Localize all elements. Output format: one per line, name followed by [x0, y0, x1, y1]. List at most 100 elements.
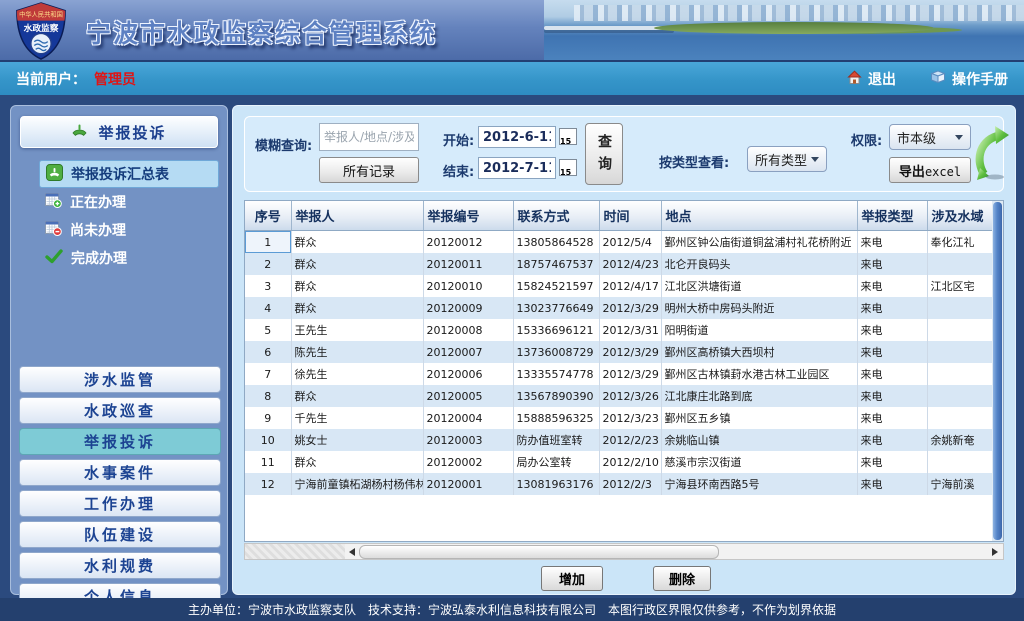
- table-cell[interactable]: 王先生: [291, 319, 423, 341]
- table-cell[interactable]: 群众: [291, 385, 423, 407]
- table-cell[interactable]: 来电: [857, 451, 927, 473]
- table-cell[interactable]: 陈先生: [291, 341, 423, 363]
- table-cell[interactable]: 2012/5/4: [599, 231, 661, 254]
- table-cell[interactable]: 阳明街道: [661, 319, 857, 341]
- table-cell[interactable]: 来电: [857, 341, 927, 363]
- table-horizontal-scrollbar[interactable]: [244, 543, 1004, 560]
- table-cell[interactable]: [927, 407, 993, 429]
- sidebar-nav-water-supervision[interactable]: 涉水监管: [19, 366, 221, 393]
- table-cell[interactable]: 江北区洪塘街道: [661, 275, 857, 297]
- table-cell[interactable]: 20120009: [423, 297, 513, 319]
- table-cell[interactable]: 15888596325: [513, 407, 599, 429]
- table-cell[interactable]: 2012/3/29: [599, 341, 661, 363]
- table-row[interactable]: 5王先生20120008153366961212012/3/31阳明街道来电: [245, 319, 993, 341]
- fuzzy-query-input[interactable]: [319, 123, 419, 151]
- table-cell[interactable]: 2: [245, 253, 291, 275]
- table-cell[interactable]: 鄞州区钟公庙街道铜盆浦村礼花桥附近: [661, 231, 857, 254]
- export-excel-button[interactable]: 导出excel: [889, 157, 971, 183]
- sidebar-section-report-complaints[interactable]: 举报投诉: [20, 116, 218, 148]
- table-cell[interactable]: 千先生: [291, 407, 423, 429]
- table-cell[interactable]: 12: [245, 473, 291, 495]
- table-cell[interactable]: 来电: [857, 407, 927, 429]
- all-records-button[interactable]: 所有记录: [319, 157, 419, 183]
- table-row[interactable]: 2群众20120011187574675372012/4/23北仑开良码头来电: [245, 253, 993, 275]
- column-header[interactable]: 联系方式: [513, 201, 599, 231]
- table-cell[interactable]: 20120012: [423, 231, 513, 254]
- table-cell[interactable]: 1: [245, 231, 291, 254]
- table-vertical-scrollbar[interactable]: [992, 201, 1003, 541]
- start-date-input[interactable]: [478, 126, 556, 148]
- table-cell[interactable]: 18757467537: [513, 253, 599, 275]
- sidebar-nav-work-handling[interactable]: 工作办理: [19, 490, 221, 517]
- table-cell[interactable]: 5: [245, 319, 291, 341]
- table-cell[interactable]: 10: [245, 429, 291, 451]
- sidebar-nav-team-building[interactable]: 队伍建设: [19, 521, 221, 548]
- table-cell[interactable]: 来电: [857, 231, 927, 254]
- add-button[interactable]: 增加: [541, 566, 603, 591]
- table-cell[interactable]: 8: [245, 385, 291, 407]
- table-cell[interactable]: [927, 363, 993, 385]
- type-select[interactable]: 所有类型: [747, 146, 827, 172]
- refresh-arrow-icon[interactable]: [975, 124, 1009, 182]
- table-cell[interactable]: 9: [245, 407, 291, 429]
- table-cell[interactable]: 20120001: [423, 473, 513, 495]
- table-cell[interactable]: 姚女士: [291, 429, 423, 451]
- table-cell[interactable]: 江北康庄北路到底: [661, 385, 857, 407]
- table-cell[interactable]: 15336696121: [513, 319, 599, 341]
- query-button[interactable]: 查询: [585, 123, 623, 185]
- table-cell[interactable]: 2012/2/3: [599, 473, 661, 495]
- table-row[interactable]: 9千先生20120004158885963252012/3/23鄞州区五乡镇来电: [245, 407, 993, 429]
- table-row[interactable]: 1群众20120012138058645282012/5/4鄞州区钟公庙街道铜盆…: [245, 231, 993, 254]
- table-cell[interactable]: 2012/2/23: [599, 429, 661, 451]
- table-cell[interactable]: 6: [245, 341, 291, 363]
- vertical-scrollbar-thumb[interactable]: [993, 202, 1002, 540]
- table-row[interactable]: 7徐先生20120006133355747782012/3/29鄞州区古林镇葑水…: [245, 363, 993, 385]
- table-cell[interactable]: 20120005: [423, 385, 513, 407]
- table-row[interactable]: 11群众20120002局办公室转2012/2/10慈溪市宗汉街道来电: [245, 451, 993, 473]
- table-row[interactable]: 6陈先生20120007137360087292012/3/29鄞州区高桥镇大西…: [245, 341, 993, 363]
- table-cell[interactable]: 江北区宅: [927, 275, 993, 297]
- table-cell[interactable]: 2012/4/17: [599, 275, 661, 297]
- scroll-left-arrow-icon[interactable]: [349, 548, 355, 556]
- column-header[interactable]: 举报人: [291, 201, 423, 231]
- table-cell[interactable]: 鄞州区高桥镇大西坝村: [661, 341, 857, 363]
- table-cell[interactable]: 11: [245, 451, 291, 473]
- table-cell[interactable]: 4: [245, 297, 291, 319]
- table-cell[interactable]: 北仑开良码头: [661, 253, 857, 275]
- column-header[interactable]: 涉及水域: [927, 201, 993, 231]
- table-row[interactable]: 3群众20120010158245215972012/4/17江北区洪塘街道来电…: [245, 275, 993, 297]
- sidebar-nav-report-complaints[interactable]: 举报投诉: [19, 428, 221, 455]
- table-cell[interactable]: 群众: [291, 231, 423, 254]
- table-cell[interactable]: 群众: [291, 253, 423, 275]
- scroll-right-arrow-icon[interactable]: [992, 548, 998, 556]
- table-cell[interactable]: 群众: [291, 297, 423, 319]
- table-cell[interactable]: [927, 451, 993, 473]
- table-cell[interactable]: [927, 385, 993, 407]
- table-cell[interactable]: 7: [245, 363, 291, 385]
- table-cell[interactable]: 13335574778: [513, 363, 599, 385]
- sidebar-nav-water-fees[interactable]: 水利规费: [19, 552, 221, 579]
- table-cell[interactable]: 20120007: [423, 341, 513, 363]
- table-cell[interactable]: 宁海县环南西路5号: [661, 473, 857, 495]
- table-cell[interactable]: 2012/2/10: [599, 451, 661, 473]
- table-cell[interactable]: 2012/3/29: [599, 297, 661, 319]
- table-cell[interactable]: 群众: [291, 275, 423, 297]
- column-header[interactable]: 序号: [245, 201, 291, 231]
- table-cell[interactable]: 13023776649: [513, 297, 599, 319]
- table-cell[interactable]: 来电: [857, 473, 927, 495]
- table-cell[interactable]: 13081963176: [513, 473, 599, 495]
- sidebar-item-pending[interactable]: 尚未办理: [39, 216, 219, 244]
- table-cell[interactable]: [927, 341, 993, 363]
- start-date-picker-icon[interactable]: 15: [559, 128, 577, 145]
- table-cell[interactable]: [927, 297, 993, 319]
- table-cell[interactable]: 20120002: [423, 451, 513, 473]
- column-header[interactable]: 举报类型: [857, 201, 927, 231]
- table-cell[interactable]: 15824521597: [513, 275, 599, 297]
- table-cell[interactable]: 奉化江礼: [927, 231, 993, 254]
- table-cell[interactable]: 13805864528: [513, 231, 599, 254]
- column-header[interactable]: 地点: [661, 201, 857, 231]
- table-cell[interactable]: 群众: [291, 451, 423, 473]
- table-cell[interactable]: 13736008729: [513, 341, 599, 363]
- table-cell[interactable]: 鄞州区古林镇葑水港古林工业园区: [661, 363, 857, 385]
- table-cell[interactable]: 来电: [857, 385, 927, 407]
